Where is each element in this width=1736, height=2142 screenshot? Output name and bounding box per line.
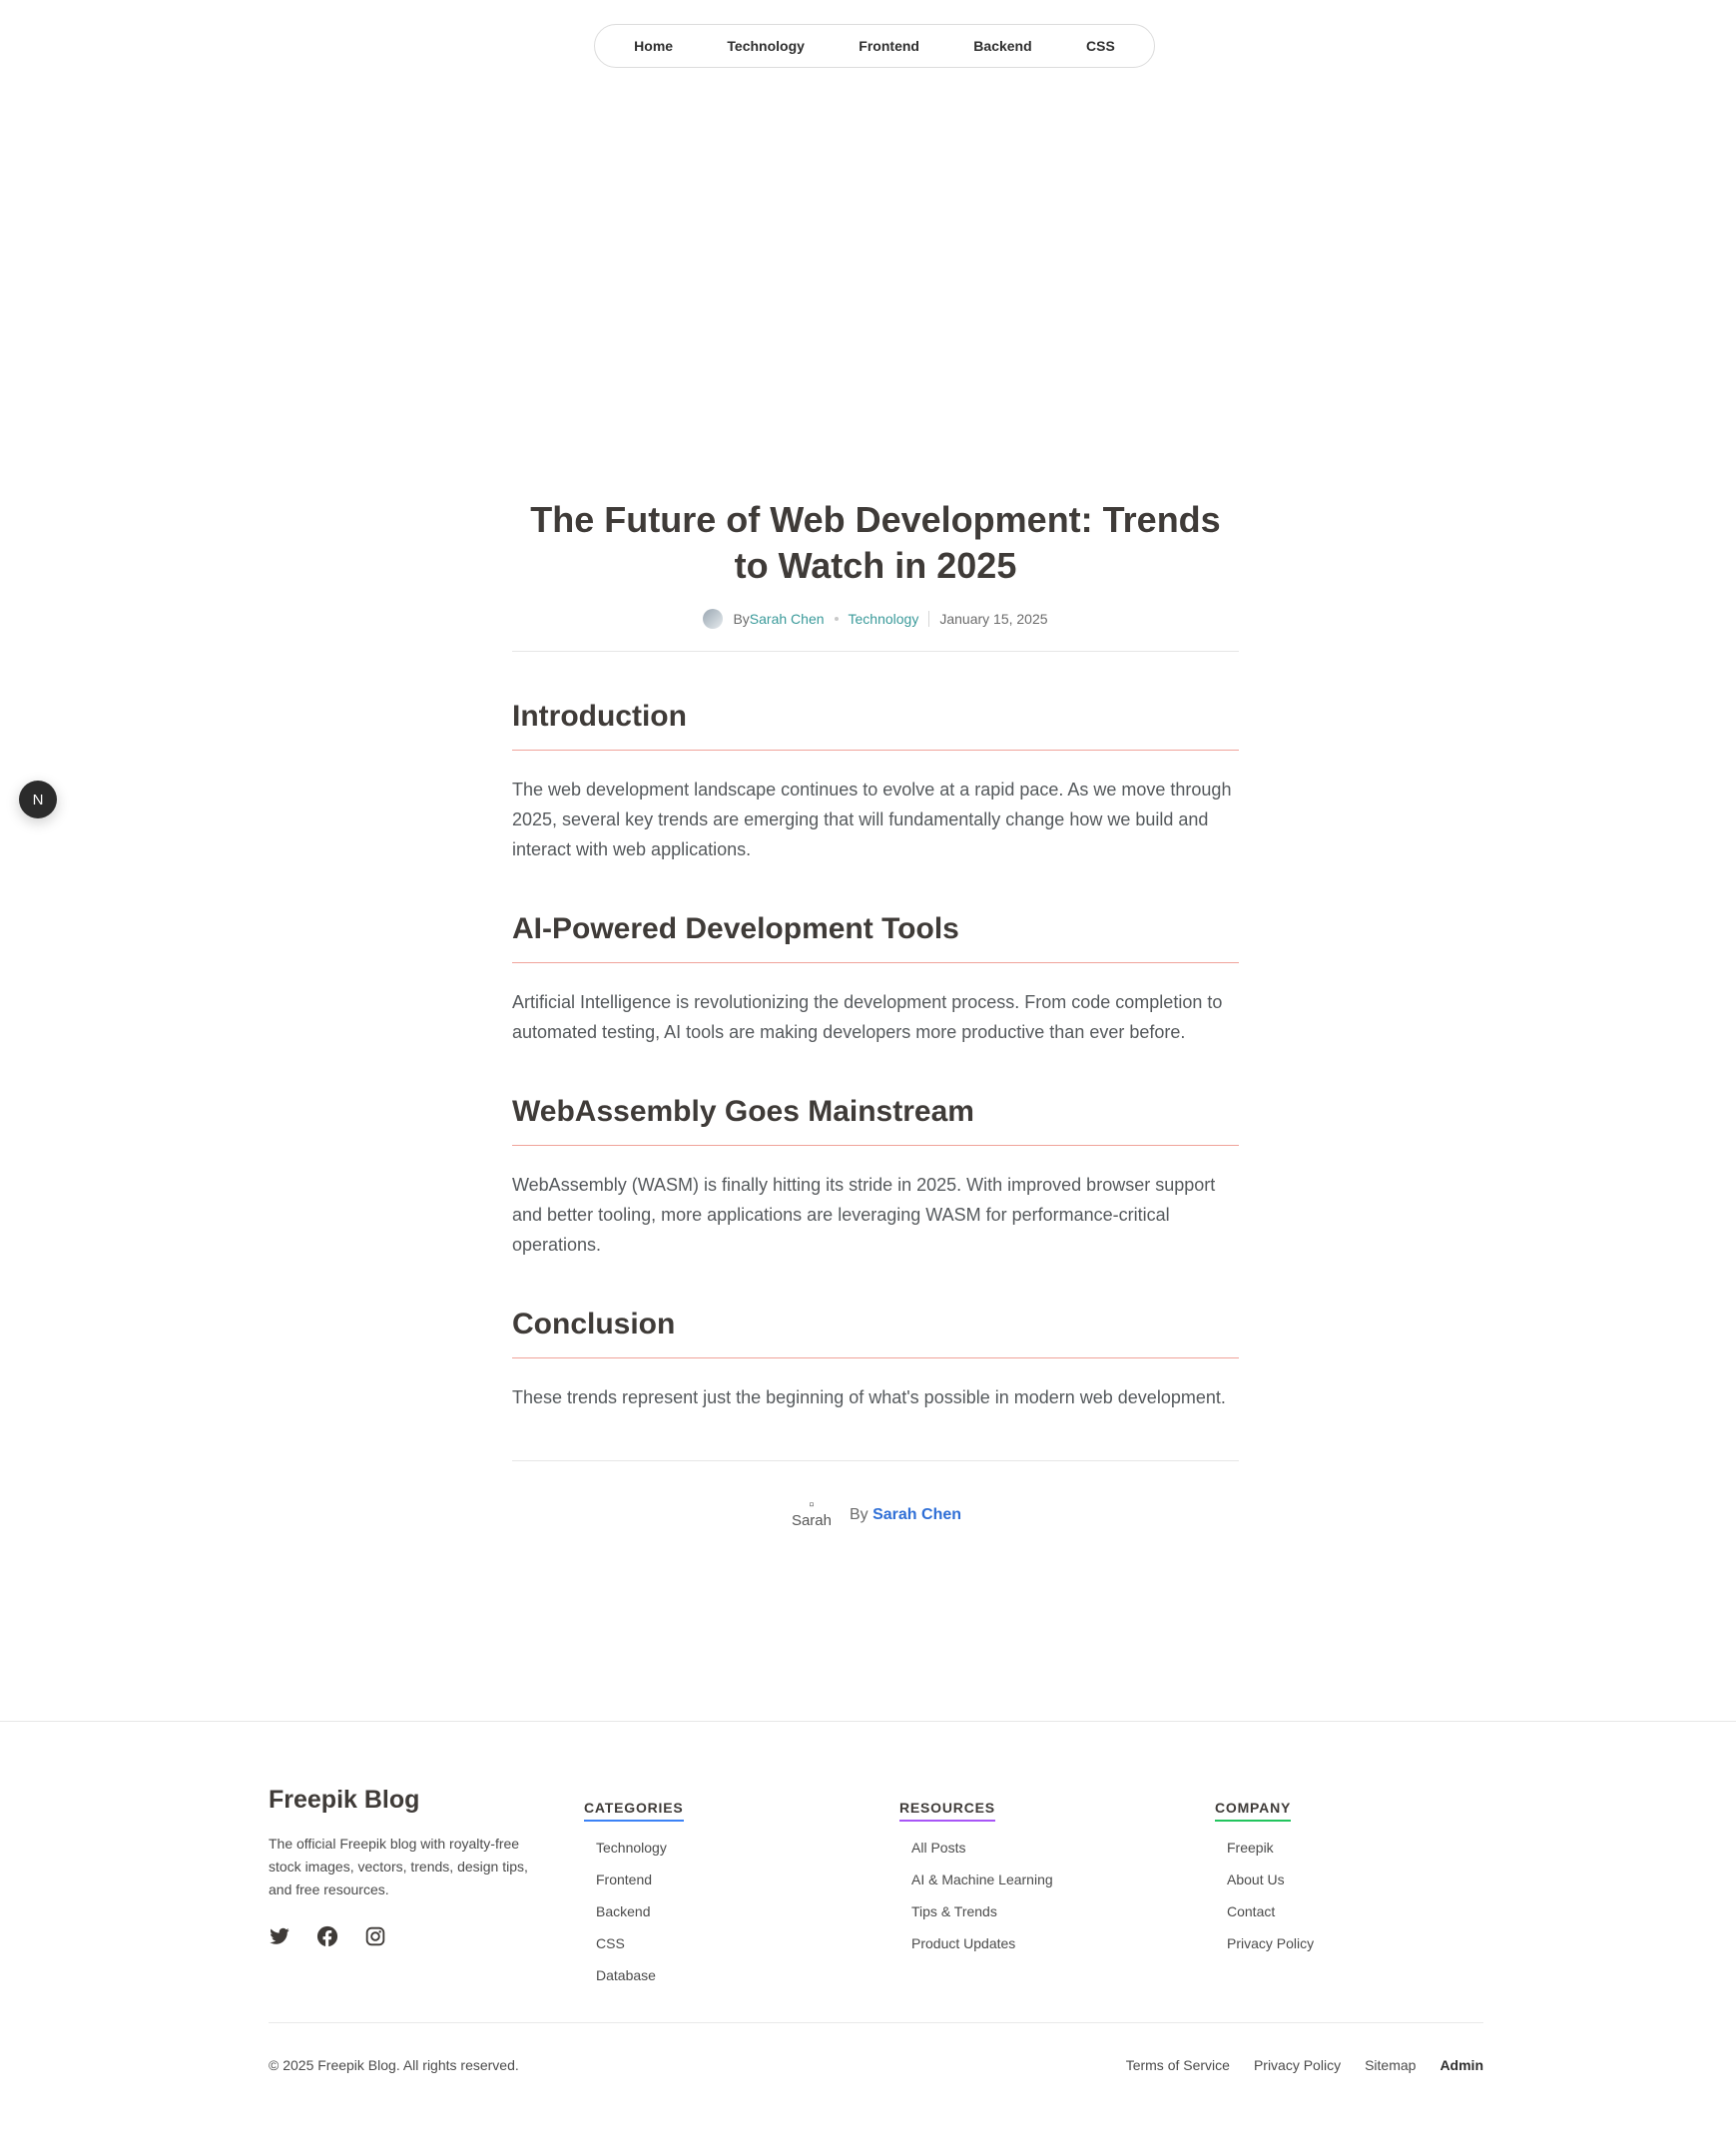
section-body: WebAssembly (WASM) is finally hitting it… (512, 1175, 1216, 1255)
article-meta: BySarah Chen Technology January 15, 2025 (512, 609, 1239, 629)
header-divider (512, 651, 1239, 652)
section-conclusion: Conclusion These trends represent just t… (512, 1306, 1239, 1412)
author-byline: BySarah Chen (733, 611, 824, 627)
author-link-bottom[interactable]: Sarah Chen (872, 1506, 961, 1523)
image-placeholder-icon: ▫ (809, 1496, 815, 1513)
facebook-icon[interactable] (316, 1925, 338, 1947)
author-avatar (703, 609, 724, 629)
site-footer: Freepik Blog The official Freepik blog w… (0, 1721, 1736, 2142)
section-ai-tools: AI-Powered Development Tools Artificial … (512, 910, 1239, 1047)
nextjs-logo-icon: N (32, 791, 44, 808)
footer-link[interactable]: Frontend (596, 1870, 684, 1889)
footer-main: Freepik Blog The official Freepik blog w… (269, 1786, 1483, 1983)
footer-column-title: CATEGORIES (584, 1800, 684, 1822)
article: The Future of Web Development: Trends to… (512, 497, 1239, 1533)
copyright-text: © 2025 Freepik Blog. All rights reserved… (269, 2057, 519, 2073)
section-body: These trends represent just the beginnin… (512, 1387, 1226, 1407)
section-body: The web development landscape continues … (512, 780, 1232, 859)
article-title: The Future of Web Development: Trends to… (530, 499, 1221, 586)
section-heading: Introduction (512, 698, 1239, 751)
footer-link[interactable]: All Posts (911, 1838, 1053, 1858)
author-footer: ▫ Sarah By Sarah Chen (512, 1497, 1239, 1533)
footer-link[interactable]: Backend (596, 1901, 684, 1921)
nav-css[interactable]: CSS (1074, 32, 1127, 60)
footer-link[interactable]: Privacy Policy (1227, 1933, 1314, 1953)
author-link[interactable]: Sarah Chen (750, 611, 825, 627)
footer-link[interactable]: Technology (596, 1838, 684, 1858)
footer-link[interactable]: Freepik (1227, 1838, 1314, 1858)
category-link[interactable]: Technology (849, 611, 919, 627)
footer-link-list: All Posts AI & Machine Learning Tips & T… (899, 1838, 1053, 1953)
footer-link[interactable]: Contact (1227, 1901, 1314, 1921)
section-heading: WebAssembly Goes Mainstream (512, 1093, 1239, 1146)
footer-link[interactable]: About Us (1227, 1870, 1314, 1889)
terms-link[interactable]: Terms of Service (1126, 2057, 1230, 2073)
twitter-icon[interactable] (269, 1925, 290, 1947)
footer-column-categories: CATEGORIES Technology Frontend Backend C… (584, 1800, 684, 1997)
section-heading: Conclusion (512, 1306, 1239, 1358)
publish-date: January 15, 2025 (939, 611, 1048, 627)
footer-bottom-bar: © 2025 Freepik Blog. All rights reserved… (269, 2022, 1483, 2073)
footer-column-company: COMPANY Freepik About Us Contact Privacy… (1215, 1800, 1314, 1965)
footer-link[interactable]: CSS (596, 1933, 684, 1953)
avatar-alt-text: Sarah (791, 1512, 832, 1529)
admin-link[interactable]: Admin (1440, 2057, 1483, 2073)
meta-separator-line (928, 611, 930, 627)
instagram-icon[interactable] (364, 1925, 386, 1947)
sitemap-link[interactable]: Sitemap (1365, 2057, 1416, 2073)
section-heading: AI-Powered Development Tools (512, 910, 1239, 963)
footer-legal-links: Terms of Service Privacy Policy Sitemap … (1126, 2057, 1483, 2073)
footer-link-list: Technology Frontend Backend CSS Database (584, 1838, 684, 1985)
nav-frontend[interactable]: Frontend (847, 32, 931, 60)
footer-link[interactable]: AI & Machine Learning (911, 1870, 1053, 1889)
article-end-divider (512, 1460, 1239, 1461)
meta-separator-dot (834, 617, 839, 621)
nav-technology[interactable]: Technology (715, 32, 817, 60)
footer-column-resources: RESOURCES All Posts AI & Machine Learnin… (899, 1800, 1053, 1965)
author-avatar-image: ▫ Sarah (790, 1497, 834, 1533)
nextjs-dev-button[interactable]: N (19, 781, 57, 818)
footer-link[interactable]: Product Updates (911, 1933, 1053, 1953)
nav-backend[interactable]: Backend (961, 32, 1043, 60)
author-byline-bottom: By Sarah Chen (850, 1506, 961, 1524)
footer-link[interactable]: Database (596, 1965, 684, 1985)
by-label: By (733, 611, 750, 627)
footer-brand-description: The official Freepik blog with royalty-f… (269, 1836, 528, 1897)
footer-link[interactable]: Tips & Trends (911, 1901, 1053, 1921)
top-nav: Home Technology Frontend Backend CSS (594, 24, 1155, 68)
section-webassembly: WebAssembly Goes Mainstream WebAssembly … (512, 1093, 1239, 1260)
section-introduction: Introduction The web development landsca… (512, 698, 1239, 864)
by-label: By (849, 1506, 868, 1523)
footer-column-title: RESOURCES (899, 1800, 995, 1822)
nav-home[interactable]: Home (622, 32, 685, 60)
footer-link-list: Freepik About Us Contact Privacy Policy (1215, 1838, 1314, 1953)
privacy-link[interactable]: Privacy Policy (1254, 2057, 1341, 2073)
footer-column-title: COMPANY (1215, 1800, 1292, 1822)
section-body: Artificial Intelligence is revolutionizi… (512, 992, 1223, 1042)
